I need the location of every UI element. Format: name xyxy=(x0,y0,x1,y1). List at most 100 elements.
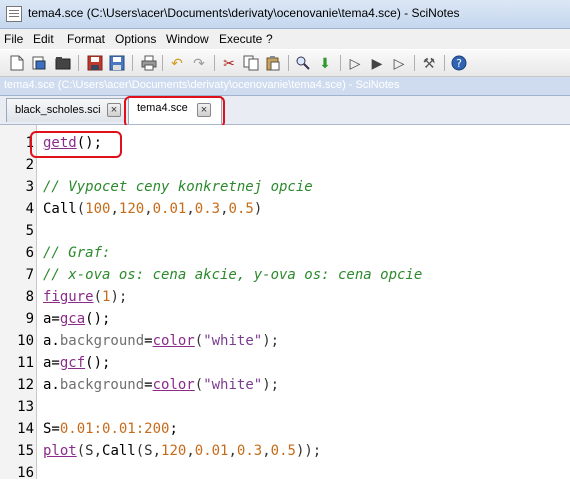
menu-file[interactable]: File xyxy=(4,32,23,46)
function-name: gca xyxy=(59,311,86,327)
menu-options[interactable]: Options xyxy=(115,32,156,46)
document-path-bar: tema4.sce (C:\Users\acer\Documents\deriv… xyxy=(0,77,570,96)
comment: // x-ova os: cena akcie, y-ova os: cena … xyxy=(43,267,423,283)
execute-icon[interactable]: ▷ xyxy=(346,54,364,72)
line-number: 15 xyxy=(17,443,34,459)
toolbar-separator xyxy=(414,55,415,71)
code-editor[interactable]: 1 2 3 4 5 6 7 8 9 10 11 12 13 14 15 16 g… xyxy=(0,125,570,481)
code-text: (S, xyxy=(135,443,162,459)
title-bar: tema4.sce (C:\Users\acer\Documents\deriv… xyxy=(0,0,570,29)
code-line: // x-ova os: cena akcie, y-ova os: cena … xyxy=(43,267,422,283)
document-path: tema4.sce (C:\Users\acer\Documents\deriv… xyxy=(4,79,400,91)
number-literal: 0.5 xyxy=(228,201,254,217)
execute-until-icon[interactable]: ▷ xyxy=(390,54,408,72)
code-text: : xyxy=(135,421,145,437)
function-name: gcf xyxy=(59,355,86,371)
number-literal: 0.01 xyxy=(59,421,94,437)
number-literal: 0.5 xyxy=(270,443,296,459)
number-literal: 0.01 xyxy=(194,443,229,459)
toolbar-separator xyxy=(214,55,215,71)
scinotes-app-icon xyxy=(6,6,22,22)
copy-icon[interactable] xyxy=(242,54,260,72)
code-text: a. xyxy=(43,377,60,393)
number-literal: 120 xyxy=(161,443,187,459)
function-name: Call xyxy=(102,443,136,459)
tab-black-scholes[interactable]: black_scholes.sci × xyxy=(6,98,126,122)
menu-window[interactable]: Window xyxy=(166,32,209,46)
toolbar-separator xyxy=(340,55,341,71)
code-text: a= xyxy=(43,311,60,327)
number-literal: 0.01 xyxy=(152,201,187,217)
code-text: a= xyxy=(43,355,60,371)
open-folder-icon[interactable] xyxy=(54,54,72,72)
function-name: color xyxy=(152,377,195,393)
settings-icon[interactable]: ⚒ xyxy=(420,54,438,72)
line-number: 7 xyxy=(25,267,34,283)
property-name: background xyxy=(59,377,145,393)
line-number: 11 xyxy=(17,355,34,371)
menu-format[interactable]: Format xyxy=(67,32,105,46)
undo-icon[interactable]: ↶ xyxy=(168,54,186,72)
code-text: (); xyxy=(85,355,111,371)
highlight-annotation xyxy=(30,131,122,158)
menu-help[interactable]: ? xyxy=(266,32,273,46)
line-number: 2 xyxy=(25,157,34,173)
function-name: figure xyxy=(43,289,94,305)
line-number: 8 xyxy=(25,289,34,305)
new-file-icon[interactable] xyxy=(8,54,26,72)
code-line: a=gca(); xyxy=(43,311,110,327)
print-icon[interactable] xyxy=(140,54,158,72)
code-line: a=gcf(); xyxy=(43,355,110,371)
open-file-icon[interactable] xyxy=(30,54,48,72)
code-text: = xyxy=(144,333,153,349)
function-name: plot xyxy=(43,443,77,459)
code-line: plot(S,Call(S,120,0.01,0.3,0.5)); xyxy=(43,443,322,459)
number-literal: 0.3 xyxy=(236,443,263,459)
menu-edit[interactable]: Edit xyxy=(33,32,54,46)
code-line: S=0.01:0.01:200; xyxy=(43,421,178,437)
code-text: ); xyxy=(110,289,128,305)
string-literal: "white" xyxy=(203,333,263,349)
cut-icon[interactable]: ✂ xyxy=(220,54,238,72)
load-into-scilab-icon[interactable]: ⬇ xyxy=(316,54,334,72)
paste-icon[interactable] xyxy=(264,54,282,72)
line-number: 9 xyxy=(25,311,34,327)
code-line: // Vypocet ceny konkretnej opcie xyxy=(43,179,313,195)
code-text: a. xyxy=(43,333,60,349)
line-number: 1 xyxy=(25,135,34,151)
find-icon[interactable] xyxy=(294,54,312,72)
toolbar-separator xyxy=(288,55,289,71)
number-literal: 0.01 xyxy=(102,421,136,437)
toolbar-separator xyxy=(162,55,163,71)
toolbar-separator xyxy=(132,55,133,71)
highlight-annotation xyxy=(124,96,225,128)
toolbar-separator xyxy=(78,55,79,71)
code-text: ); xyxy=(262,333,280,349)
save-as-icon[interactable] xyxy=(108,54,126,72)
comment: // Graf: xyxy=(43,245,111,261)
line-number: 6 xyxy=(25,245,34,261)
function-name: color xyxy=(152,333,195,349)
code-line: a.background=color("white"); xyxy=(43,377,279,393)
code-text: = xyxy=(144,377,153,393)
function-name: Call xyxy=(43,201,77,217)
line-number: 10 xyxy=(17,333,34,349)
code-line: Call(100,120,0.01,0.3,0.5) xyxy=(43,201,263,217)
line-number-gutter: 1 2 3 4 5 6 7 8 9 10 11 12 13 14 15 16 xyxy=(0,125,37,481)
string-literal: "white" xyxy=(203,377,263,393)
code-line: figure(1); xyxy=(43,289,127,305)
code-text: ( xyxy=(194,377,204,393)
line-number: 4 xyxy=(25,201,34,217)
code-text: ); xyxy=(262,377,280,393)
menu-execute[interactable]: Execute xyxy=(219,32,262,46)
help-icon[interactable]: ? xyxy=(450,54,468,72)
execute-selection-icon[interactable]: ▶ xyxy=(368,54,386,72)
save-icon[interactable] xyxy=(86,54,104,72)
line-number: 3 xyxy=(25,179,34,195)
code-text: )); xyxy=(295,443,322,459)
code-text: ( xyxy=(76,201,86,217)
close-tab-icon[interactable]: × xyxy=(107,103,121,117)
redo-icon[interactable]: ↷ xyxy=(190,54,208,72)
line-number: 13 xyxy=(17,399,34,415)
number-literal: 200 xyxy=(144,421,170,437)
